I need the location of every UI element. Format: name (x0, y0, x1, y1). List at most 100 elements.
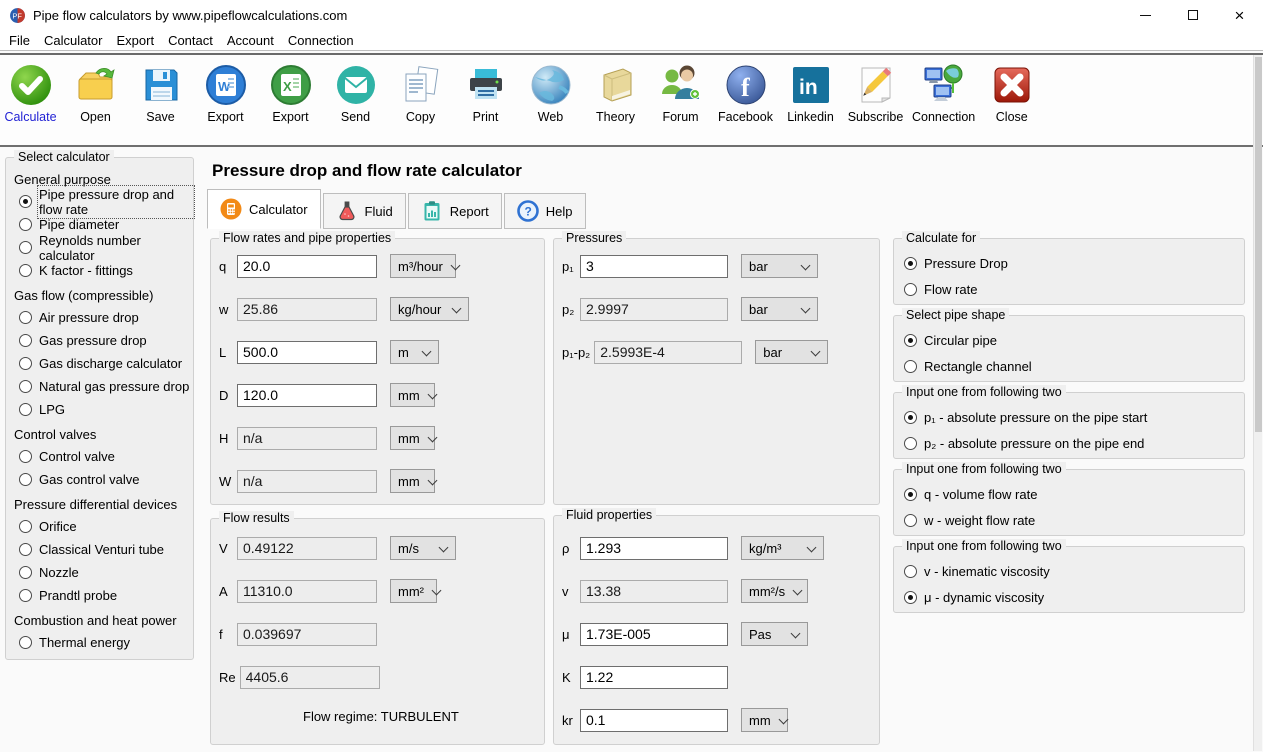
option-flow-rate[interactable]: Flow rate (904, 277, 1244, 301)
toolbar-copy-button[interactable]: Copy (392, 63, 449, 124)
toolbar-linkedin-button[interactable]: inLinkedin (782, 63, 839, 124)
radio-icon (904, 283, 917, 296)
p1-p2-unit-select[interactable]: bar (755, 340, 828, 364)
toolbar-export-excel-button[interactable]: XExport (262, 63, 319, 124)
p2-input[interactable] (580, 298, 728, 321)
a-input[interactable] (237, 580, 377, 603)
sidebar-item-reynolds-number-calculator[interactable]: Reynolds number calculator (10, 236, 193, 259)
tab-report[interactable]: Report (408, 193, 502, 229)
toolbar-theory-button[interactable]: Theory (587, 63, 644, 124)
menu-item-export[interactable]: Export (109, 33, 161, 48)
q-input[interactable] (237, 255, 377, 278)
option-mu-dynamic-viscosity[interactable]: μ - dynamic viscosity (904, 585, 1244, 609)
chevron-down-icon (439, 544, 448, 553)
tab-help[interactable]: ?Help (504, 193, 586, 229)
l-unit-select[interactable]: m (390, 340, 439, 364)
tab-fluid[interactable]: Fluid (323, 193, 406, 229)
kr-unit-select[interactable]: mm (741, 708, 788, 732)
sidebar-item-pipe-pressure-drop-and-flow-rate[interactable]: Pipe pressure drop and flow rate (10, 190, 193, 213)
d-input[interactable] (237, 384, 377, 407)
sidebar-item-nozzle[interactable]: Nozzle (10, 561, 193, 584)
option-rectangle-channel[interactable]: Rectangle channel (904, 354, 1244, 378)
minimize-button[interactable] (1122, 0, 1169, 30)
toolbar-forum-button[interactable]: Forum (652, 63, 709, 124)
sidebar-item-prandtl-probe[interactable]: Prandtl probe (10, 584, 193, 607)
v-unit-select[interactable]: mm²/s (741, 579, 808, 603)
toolbar-button-label: Forum (662, 110, 698, 124)
radio-icon (19, 195, 32, 208)
mu-input[interactable] (580, 623, 728, 646)
toolbar-send-button[interactable]: Send (327, 63, 384, 124)
w-unit-select[interactable]: mm (390, 469, 435, 493)
l-input[interactable] (237, 341, 377, 364)
toolbar-print-button[interactable]: Print (457, 63, 514, 124)
menu-item-calculator[interactable]: Calculator (37, 33, 110, 48)
tab-label: Help (546, 204, 573, 219)
maximize-button[interactable] (1169, 0, 1216, 30)
copy-icon (399, 63, 443, 107)
h-input[interactable] (237, 427, 377, 450)
h-unit-select[interactable]: mm (390, 426, 435, 450)
scrollbar-thumb[interactable] (1255, 57, 1262, 432)
tab-calculator[interactable]: Calculator (207, 189, 321, 229)
p1-input[interactable] (580, 255, 728, 278)
option-circular-pipe[interactable]: Circular pipe (904, 328, 1244, 352)
toolbar-export-word-button[interactable]: WExport (197, 63, 254, 124)
menu-item-connection[interactable]: Connection (281, 33, 361, 48)
sidebar-group: Control valvesControl valveGas control v… (10, 427, 193, 491)
toolbar-open-button[interactable]: Open (67, 63, 124, 124)
option-pressure-drop[interactable]: Pressure Drop (904, 251, 1244, 275)
option-q-volume-flow-rate[interactable]: q - volume flow rate (904, 482, 1244, 506)
rho-input[interactable] (580, 537, 728, 560)
option-w-weight-flow-rate[interactable]: w - weight flow rate (904, 508, 1244, 532)
re-input[interactable] (240, 666, 380, 689)
toolbar-connection-button[interactable]: Connection (912, 63, 975, 124)
sidebar-item-classical-venturi-tube[interactable]: Classical Venturi tube (10, 538, 193, 561)
sidebar-item-lpg[interactable]: LPG (10, 398, 193, 421)
sidebar-item-natural-gas-pressure-drop[interactable]: Natural gas pressure drop (10, 375, 193, 398)
w-unit-select[interactable]: kg/hour (390, 297, 469, 321)
toolbar-save-button[interactable]: Save (132, 63, 189, 124)
toolbar-facebook-button[interactable]: fFacebook (717, 63, 774, 124)
sidebar-item-gas-control-valve[interactable]: Gas control valve (10, 468, 193, 491)
unit-label: mm²/s (749, 584, 785, 599)
sidebar-item-control-valve[interactable]: Control valve (10, 445, 193, 468)
kr-input[interactable] (580, 709, 728, 732)
option-p2-absolute-pressure-on-the-pipe-end[interactable]: p₂ - absolute pressure on the pipe end (904, 431, 1244, 455)
option-label: p₁ - absolute pressure on the pipe start (924, 410, 1147, 425)
rho-unit-select[interactable]: kg/m³ (741, 536, 824, 560)
menu-item-contact[interactable]: Contact (161, 33, 220, 48)
d-unit-select[interactable]: mm (390, 383, 435, 407)
sidebar-item-gas-pressure-drop[interactable]: Gas pressure drop (10, 329, 193, 352)
v-input[interactable] (237, 537, 377, 560)
a-unit-select[interactable]: mm² (390, 579, 437, 603)
sidebar-item-air-pressure-drop[interactable]: Air pressure drop (10, 306, 193, 329)
option-v-kinematic-viscosity[interactable]: v - kinematic viscosity (904, 559, 1244, 583)
vertical-scrollbar[interactable] (1253, 55, 1262, 751)
v-input[interactable] (580, 580, 728, 603)
k-input[interactable] (580, 666, 728, 689)
group-title: Fluid properties (562, 508, 656, 523)
q-unit-select[interactable]: m³/hour (390, 254, 456, 278)
w-input[interactable] (237, 298, 377, 321)
p2-unit-select[interactable]: bar (741, 297, 818, 321)
field-row-h: Hmm (219, 426, 544, 450)
sidebar-item-orifice[interactable]: Orifice (10, 515, 193, 538)
sidebar-item-gas-discharge-calculator[interactable]: Gas discharge calculator (10, 352, 193, 375)
option-group-title: Calculate for (902, 231, 980, 246)
toolbar-web-button[interactable]: Web (522, 63, 579, 124)
w-input[interactable] (237, 470, 377, 493)
p1-unit-select[interactable]: bar (741, 254, 818, 278)
toolbar-subscribe-button[interactable]: Subscribe (847, 63, 904, 124)
v-unit-select[interactable]: m/s (390, 536, 456, 560)
p1-p2-input[interactable] (594, 341, 742, 364)
sidebar-item-thermal-energy[interactable]: Thermal energy (10, 631, 193, 654)
menu-item-account[interactable]: Account (220, 33, 281, 48)
f-input[interactable] (237, 623, 377, 646)
toolbar-calculate-button[interactable]: Calculate (2, 63, 59, 124)
close-window-button[interactable] (1216, 0, 1263, 30)
menu-item-file[interactable]: File (2, 33, 37, 48)
option-p1-absolute-pressure-on-the-pipe-start[interactable]: p₁ - absolute pressure on the pipe start (904, 405, 1244, 429)
toolbar-close-button[interactable]: Close (983, 63, 1040, 124)
mu-unit-select[interactable]: Pas (741, 622, 808, 646)
